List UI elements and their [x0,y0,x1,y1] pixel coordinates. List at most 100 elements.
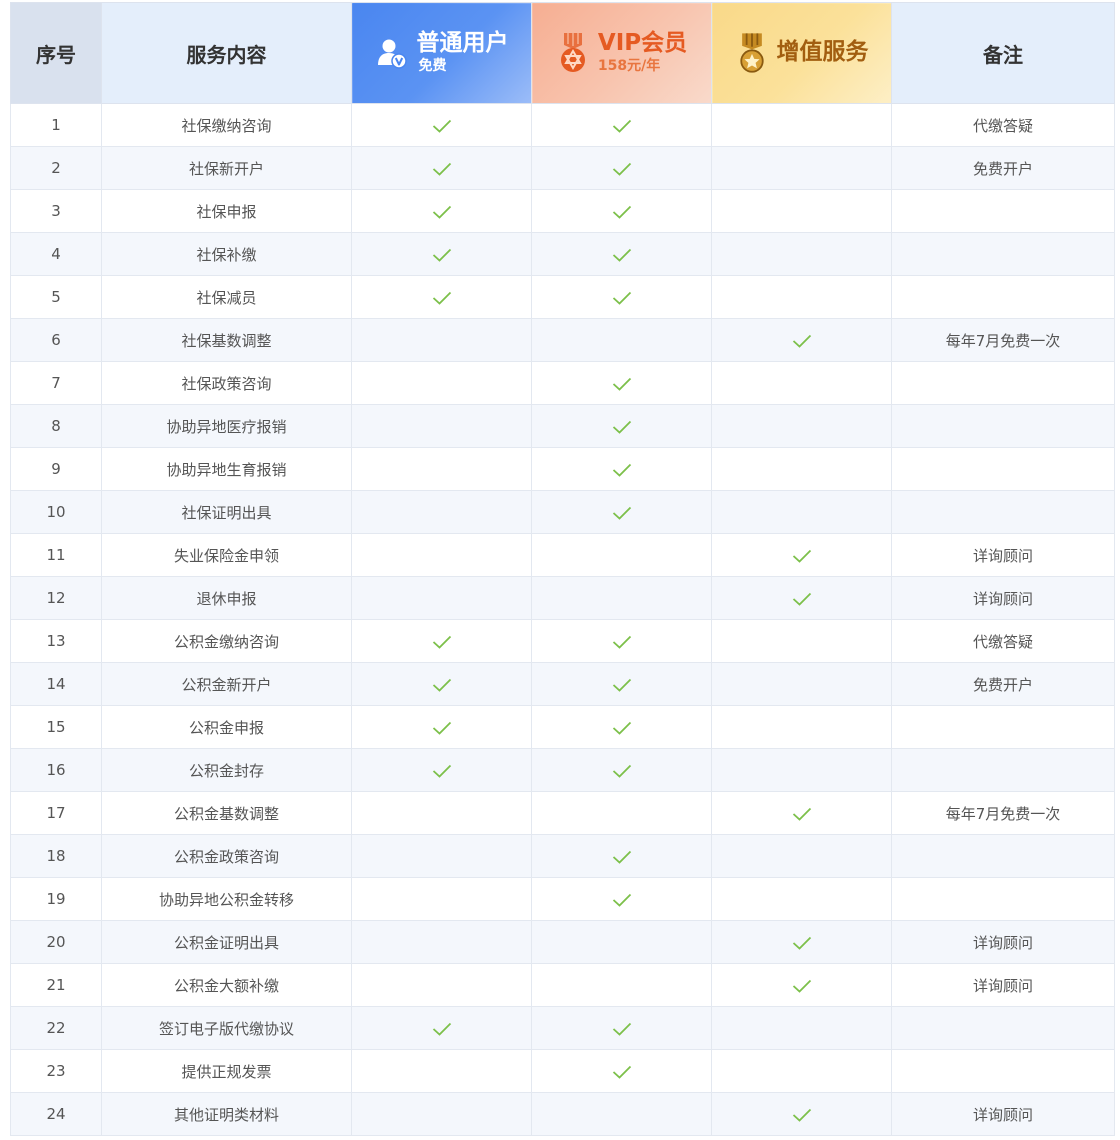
row-index: 5 [10,275,102,319]
service-comparison: 序号 服务内容 普通用户 免费 VIP会员 158元/年 增值服务 备注 1 社… [10,2,1115,1136]
row-service: 公积金证明出具 [101,920,352,964]
medal-icon [556,33,590,73]
header-addon-plan[interactable]: 增值服务 [711,2,892,104]
row-index: 24 [10,1092,102,1136]
row-basic-cell [351,1092,532,1136]
row-remark: 详询顾问 [891,963,1115,1007]
row-basic-cell [351,232,532,276]
row-basic-cell [351,404,532,448]
row-index: 20 [10,920,102,964]
row-addon-cell [711,189,892,233]
row-index: 16 [10,748,102,792]
row-basic-cell [351,146,532,190]
check-icon [792,936,811,950]
row-basic-cell [351,748,532,792]
header-index: 序号 [10,2,102,104]
row-vip-cell [531,1049,712,1093]
row-service: 社保缴纳咨询 [101,103,352,147]
row-basic-cell [351,1006,532,1050]
row-index: 10 [10,490,102,534]
row-index: 17 [10,791,102,835]
row-remark [891,877,1115,921]
row-basic-cell [351,662,532,706]
row-index: 11 [10,533,102,577]
row-addon-cell [711,103,892,147]
check-icon [612,248,631,262]
row-remark [891,748,1115,792]
row-basic-cell [351,877,532,921]
row-basic-cell [351,189,532,233]
row-vip-cell [531,619,712,663]
check-icon [792,549,811,563]
row-service: 公积金基数调整 [101,791,352,835]
row-vip-cell [531,1092,712,1136]
row-vip-cell [531,318,712,362]
check-icon [612,678,631,692]
header-basic-plan[interactable]: 普通用户 免费 [351,2,532,104]
table-row: 4 社保补缴 [10,232,1115,276]
service-table: 序号 服务内容 普通用户 免费 VIP会员 158元/年 增值服务 备注 1 社… [10,2,1115,1136]
row-vip-cell [531,791,712,835]
row-index: 7 [10,361,102,405]
row-basic-cell [351,361,532,405]
check-icon [432,248,451,262]
row-addon-cell [711,963,892,1007]
row-vip-cell [531,963,712,1007]
row-basic-cell [351,834,532,878]
table-row: 11 失业保险金申领 详询顾问 [10,533,1115,577]
row-service: 社保申报 [101,189,352,233]
check-icon [432,205,451,219]
row-vip-cell [531,404,712,448]
basic-plan-price: 免费 [418,58,447,75]
check-icon [612,291,631,305]
header-vip-plan[interactable]: VIP会员 158元/年 [531,2,712,104]
gold-medal-icon [735,33,769,73]
row-addon-cell [711,146,892,190]
row-basic-cell [351,447,532,491]
row-addon-cell [711,619,892,663]
row-vip-cell [531,662,712,706]
table-row: 15 公积金申报 [10,705,1115,749]
table-row: 13 公积金缴纳咨询 代缴答疑 [10,619,1115,663]
row-remark [891,361,1115,405]
row-remark [891,834,1115,878]
row-remark: 详询顾问 [891,533,1115,577]
check-icon [792,334,811,348]
table-header-row: 序号 服务内容 普通用户 免费 VIP会员 158元/年 增值服务 备注 [10,2,1115,104]
table-row: 20 公积金证明出具 详询顾问 [10,920,1115,964]
row-basic-cell [351,490,532,534]
table-row: 22 签订电子版代缴协议 [10,1006,1115,1050]
table-row: 3 社保申报 [10,189,1115,233]
row-basic-cell [351,619,532,663]
row-service: 公积金封存 [101,748,352,792]
table-row: 6 社保基数调整 每年7月免费一次 [10,318,1115,362]
row-service: 社保证明出具 [101,490,352,534]
check-icon [432,721,451,735]
row-addon-cell [711,791,892,835]
row-service: 其他证明类材料 [101,1092,352,1136]
check-icon [432,635,451,649]
row-remark: 每年7月免费一次 [891,791,1115,835]
row-addon-cell [711,877,892,921]
row-basic-cell [351,533,532,577]
row-vip-cell [531,232,712,276]
row-index: 4 [10,232,102,276]
row-remark [891,232,1115,276]
table-row: 7 社保政策咨询 [10,361,1115,405]
row-addon-cell [711,1049,892,1093]
row-addon-cell [711,533,892,577]
row-addon-cell [711,748,892,792]
row-service: 公积金新开户 [101,662,352,706]
row-service: 退休申报 [101,576,352,620]
row-index: 2 [10,146,102,190]
row-service: 签订电子版代缴协议 [101,1006,352,1050]
row-addon-cell [711,232,892,276]
row-service: 社保减员 [101,275,352,319]
check-icon [792,592,811,606]
row-addon-cell [711,920,892,964]
row-addon-cell [711,576,892,620]
table-row: 2 社保新开户 免费开户 [10,146,1115,190]
row-service: 协助异地生育报销 [101,447,352,491]
row-service: 公积金政策咨询 [101,834,352,878]
row-index: 14 [10,662,102,706]
